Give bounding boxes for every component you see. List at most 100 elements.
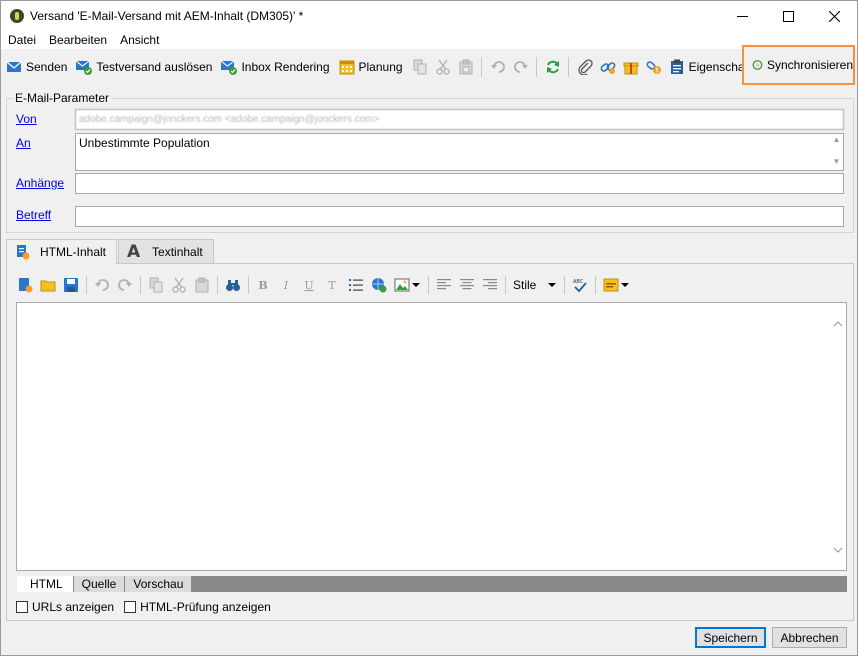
close-icon [828,10,840,22]
tab-text-content[interactable]: A Textinhalt [118,239,214,263]
scroll-down-icon[interactable] [833,546,843,554]
show-html-check-label: HTML-Prüfung anzeigen [140,600,271,614]
styles-dropdown-icon[interactable] [548,283,557,287]
save-icon[interactable] [63,277,79,293]
link-warning-icon[interactable] [646,59,662,75]
toolbar-separator [480,57,482,77]
to-field[interactable]: Unbestimmte Population ▲ ▼ [75,133,844,171]
cancel-button[interactable]: Abbrechen [772,627,847,648]
show-urls-box[interactable] [16,601,28,613]
align-left-icon[interactable] [436,277,452,293]
from-label[interactable]: Von [16,112,37,126]
editor-separator [505,276,506,294]
scroll-up-icon[interactable] [833,320,843,328]
show-urls-checkbox[interactable]: URLs anzeigen [16,600,114,614]
from-field[interactable]: adobe.campaign@jonckers.com <adobe.campa… [75,109,844,130]
menu-file[interactable]: Datei [8,33,36,47]
editor-separator [595,276,597,294]
content-tabs: HTML-Inhalt A Textinhalt [6,239,215,264]
view-tab-html[interactable]: HTML [17,576,74,592]
paste-icon[interactable] [194,277,210,293]
binoculars-icon[interactable] [225,277,241,293]
globe-link-icon[interactable] [371,277,387,293]
tab-html-content[interactable]: HTML-Inhalt [6,239,118,264]
scroll-up-icon[interactable]: ▲ [832,135,841,144]
show-html-check-checkbox[interactable]: HTML-Prüfung anzeigen [124,600,271,614]
synchronize-label: Synchronisieren [766,58,853,72]
underline-icon[interactable]: U [302,279,316,292]
editor-separator [140,276,141,294]
paste-icon[interactable] [458,59,474,75]
subject-label[interactable]: Betreff [16,208,51,222]
send-button[interactable]: Senden [6,55,67,79]
envelope-check-icon [76,60,93,75]
text-a-icon: A [127,241,141,262]
link-icon[interactable] [600,59,616,75]
svg-text:ABC: ABC [573,279,584,285]
attachments-label[interactable]: Anhänge [16,176,64,190]
attachment-icon[interactable] [577,59,593,75]
toolbar-separator [535,57,537,77]
title-bar: Versand 'E-Mail-Versand mit AEM-Inhalt (… [1,1,857,31]
scroll-down-icon[interactable]: ▼ [832,157,841,166]
inbox-rendering-button[interactable]: Inbox Rendering [221,55,330,79]
tab-html-label: HTML-Inhalt [40,245,107,259]
list-icon[interactable] [348,277,364,293]
close-button[interactable] [811,1,857,31]
html-document-icon [17,245,30,260]
redo-icon[interactable] [513,59,529,75]
template-icon[interactable] [603,277,619,293]
menu-bar: Datei Bearbeiten Ansicht [1,31,857,49]
view-tabs: HTML Quelle Vorschau [17,576,847,592]
undo-icon[interactable] [94,277,110,293]
menu-view[interactable]: Ansicht [120,33,159,47]
image-icon[interactable] [394,277,410,293]
synchronize-button[interactable]: Synchronisieren [742,45,855,85]
app-logo-icon [10,9,24,23]
save-button[interactable]: Speichern [695,627,766,648]
align-center-icon[interactable] [459,277,475,293]
copy-icon[interactable] [148,277,164,293]
cut-icon[interactable] [435,59,451,75]
inbox-rendering-label: Inbox Rendering [241,60,330,74]
main-window: Versand 'E-Mail-Versand mit AEM-Inhalt (… [0,0,858,656]
gift-icon[interactable] [623,59,639,75]
to-label[interactable]: An [16,136,31,150]
cut-icon[interactable] [171,277,187,293]
refresh-icon[interactable] [545,59,561,75]
view-tab-preview[interactable]: Vorschau [125,576,193,592]
attachments-field[interactable] [75,173,844,194]
window-title: Versand 'E-Mail-Versand mit AEM-Inhalt (… [30,9,304,23]
maximize-button[interactable] [765,1,811,31]
copy-icon[interactable] [412,59,428,75]
calendar-icon [339,60,355,75]
image-dropdown-icon[interactable] [412,283,420,287]
open-folder-icon[interactable] [40,277,56,293]
show-urls-label: URLs anzeigen [32,600,115,614]
schedule-button[interactable]: Planung [339,55,403,79]
envelope-icon [6,61,22,72]
editor-separator [564,276,566,294]
view-tab-source[interactable]: Quelle [73,576,126,592]
clipboard-icon [670,59,683,74]
envelope-check-icon [221,60,238,75]
spellcheck-icon[interactable]: ABC [572,277,588,293]
minimize-button[interactable] [719,1,765,31]
align-right-icon[interactable] [482,277,498,293]
redo-icon[interactable] [117,277,133,293]
template-dropdown-icon[interactable] [621,283,630,287]
clear-format-icon[interactable]: T [325,279,339,292]
undo-icon[interactable] [490,59,506,75]
main-toolbar: Senden Testversand auslösen Inbox Render… [1,49,857,85]
subject-field[interactable] [75,206,844,227]
italic-icon[interactable]: I [279,279,293,292]
new-document-icon[interactable] [17,277,33,293]
bold-icon[interactable]: B [256,279,270,292]
proof-button[interactable]: Testversand auslösen [76,55,212,79]
menu-edit[interactable]: Bearbeiten [49,33,107,47]
html-editor-area[interactable] [16,302,847,571]
window-controls [719,1,857,31]
show-html-check-box[interactable] [124,601,137,613]
styles-dropdown[interactable]: Stile [513,278,536,292]
editor-separator [248,276,249,294]
